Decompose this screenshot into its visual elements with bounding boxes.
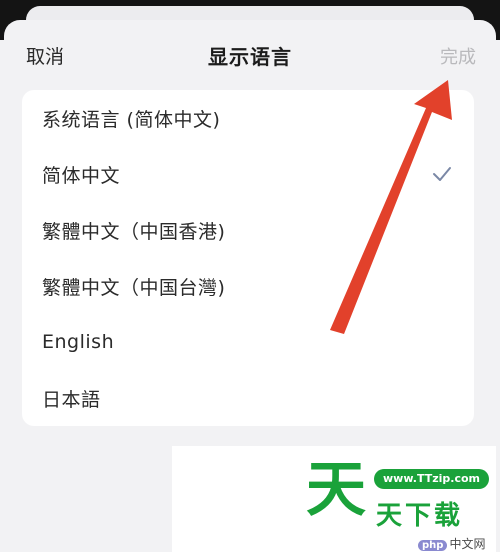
- language-label: 繁體中文（中国香港): [42, 220, 226, 243]
- language-label: 日本語: [42, 388, 101, 411]
- watermark-name: 天下载: [376, 501, 464, 531]
- language-option-system[interactable]: 系统语言 (简体中文): [22, 90, 474, 146]
- php-logo: php 中文网: [418, 535, 485, 552]
- sheet-title: 显示语言: [208, 45, 292, 69]
- language-label: English: [42, 331, 115, 353]
- language-option-simplified-chinese[interactable]: 简体中文: [22, 146, 474, 202]
- watermark-logo: 天 www.TTzip.com 天下载 php 中文网: [300, 455, 500, 552]
- language-label: 简体中文: [42, 164, 121, 187]
- language-list: 系统语言 (简体中文) 简体中文 繁體中文（中国香港) 繁體中文（中国台灣) E…: [22, 90, 474, 426]
- language-label: 繁體中文（中国台灣): [42, 276, 226, 299]
- checkmark-icon: [433, 167, 451, 181]
- php-text: 中文网: [449, 537, 486, 551]
- language-option-traditional-hongkong[interactable]: 繁體中文（中国香港): [22, 202, 474, 258]
- php-mark: php: [418, 540, 448, 551]
- language-option-traditional-taiwan[interactable]: 繁體中文（中国台灣): [22, 258, 474, 314]
- watermark-url: www.TTzip.com: [374, 469, 489, 489]
- language-option-english[interactable]: English: [22, 314, 474, 370]
- watermark-big-char: 天: [306, 455, 366, 525]
- done-button[interactable]: 完成: [440, 43, 476, 69]
- language-label: 系统语言 (简体中文): [42, 108, 221, 131]
- language-option-japanese[interactable]: 日本語: [22, 370, 474, 426]
- sheet-header: 取消 显示语言 完成: [4, 20, 496, 88]
- background-lower-left: [4, 456, 172, 552]
